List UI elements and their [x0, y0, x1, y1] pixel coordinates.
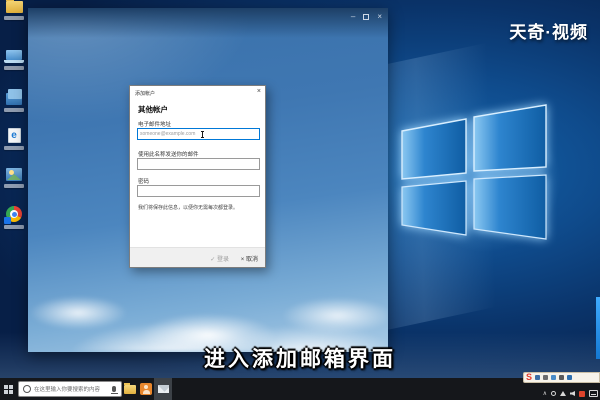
document-e-icon: e [7, 128, 21, 143]
window-top-shade [28, 8, 388, 38]
taskbar: 在这里输入你要搜索的内容 [0, 378, 600, 400]
folder-icon [5, 0, 23, 13]
desktop-icon-netdisk[interactable] [2, 89, 26, 112]
desktop-icon-folder[interactable] [2, 0, 26, 20]
close-button[interactable]: × [377, 12, 382, 21]
email-placeholder: someone@example.com [140, 131, 196, 137]
sender-name-label: 使用此名称发送你的邮件 [138, 152, 199, 158]
microphone-icon[interactable] [110, 386, 118, 394]
sogou-input-toolbar[interactable]: S [523, 372, 600, 383]
add-account-dialog: 添加帐户 × 其他帐户 电子邮件地址 someone@example.com 使… [129, 85, 266, 268]
desktop-icon-browser-doc[interactable]: e [2, 128, 26, 150]
minimize-button[interactable]: – [351, 12, 355, 21]
toolbox-icon[interactable] [567, 375, 573, 380]
channel-watermark: 天奇·视频 [509, 23, 588, 42]
windows-logo-icon [401, 104, 547, 240]
cancel-button-label: 取消 [245, 257, 258, 263]
password-field[interactable] [137, 185, 260, 197]
window-controls: – × [351, 12, 382, 21]
volume-icon[interactable] [570, 391, 575, 396]
maximize-button[interactable] [363, 13, 370, 20]
search-placeholder-text: 在这里输入你要搜索的内容 [34, 387, 101, 393]
taskbar-mail-app-active[interactable] [154, 378, 172, 400]
desktop-icon-photos[interactable] [2, 168, 26, 188]
desktop-icon-pc[interactable] [2, 50, 26, 70]
input-mode-icon[interactable] [535, 375, 541, 380]
dialog-footer: ✓ 登录 × 取消 [130, 247, 265, 267]
check-icon: ✓ [210, 257, 216, 263]
touch-keyboard-icon[interactable] [589, 390, 598, 397]
taskbar-search-input[interactable]: 在这里输入你要搜索的内容 [18, 381, 122, 397]
cortana-icon [23, 385, 31, 393]
mail-envelope-icon [157, 385, 169, 393]
taskbar-file-explorer[interactable] [122, 378, 138, 400]
signin-button[interactable]: ✓ 登录 [210, 254, 229, 263]
dialog-title: 添加帐户 [135, 91, 156, 97]
icon-label [4, 184, 24, 188]
save-info-note: 我们将保存此信息，以便你无需每次都登录。 [138, 205, 239, 211]
sender-name-field[interactable] [137, 158, 260, 170]
explorer-folder-icon [124, 382, 136, 394]
tray-red-app-icon[interactable] [579, 390, 585, 397]
dialog-close-icon[interactable]: × [257, 88, 261, 95]
hidden-icons-chevron[interactable]: ∧ [543, 391, 547, 397]
icon-label [4, 146, 24, 150]
photos-icon [6, 168, 22, 181]
folders-icon [6, 89, 22, 105]
signin-button-label: 登录 [216, 257, 229, 263]
tray-status-icon[interactable] [551, 391, 556, 396]
icon-label [4, 108, 24, 112]
video-subtitle: 进入添加邮箱界面 [204, 348, 396, 371]
cancel-button[interactable]: × 取消 [241, 254, 258, 263]
system-tray: ∧ [543, 390, 598, 397]
sogou-logo-icon[interactable]: S [526, 373, 532, 382]
network-icon[interactable] [560, 391, 566, 396]
user-app-icon [140, 383, 152, 395]
desktop-icon-chrome[interactable] [2, 206, 26, 229]
text-cursor [201, 131, 204, 138]
keyboard-layout-icon[interactable] [559, 375, 565, 380]
email-label: 电子邮件地址 [138, 122, 172, 128]
start-button[interactable] [0, 378, 16, 400]
dialog-heading: 其他帐户 [138, 105, 168, 114]
emoji-icon[interactable] [551, 375, 557, 380]
icon-label [4, 225, 24, 229]
close-x-icon: × [240, 257, 245, 263]
chrome-icon [4, 206, 22, 224]
password-label: 密码 [138, 179, 150, 185]
punctuation-icon[interactable] [543, 375, 549, 380]
icon-label [4, 66, 24, 70]
shortcut-badge [4, 217, 11, 224]
taskbar-orange-app[interactable] [138, 378, 154, 400]
windows-start-icon [3, 384, 13, 394]
email-field[interactable]: someone@example.com [137, 128, 260, 140]
screen: 天奇·视频 e – × 添加帐户 × 其他帐户 电子邮件地址 someone@e… [0, 0, 600, 400]
mail-app-window: – × 添加帐户 × 其他帐户 电子邮件地址 someone@example.c… [28, 8, 388, 352]
computer-icon [4, 50, 24, 63]
icon-label [4, 16, 24, 20]
